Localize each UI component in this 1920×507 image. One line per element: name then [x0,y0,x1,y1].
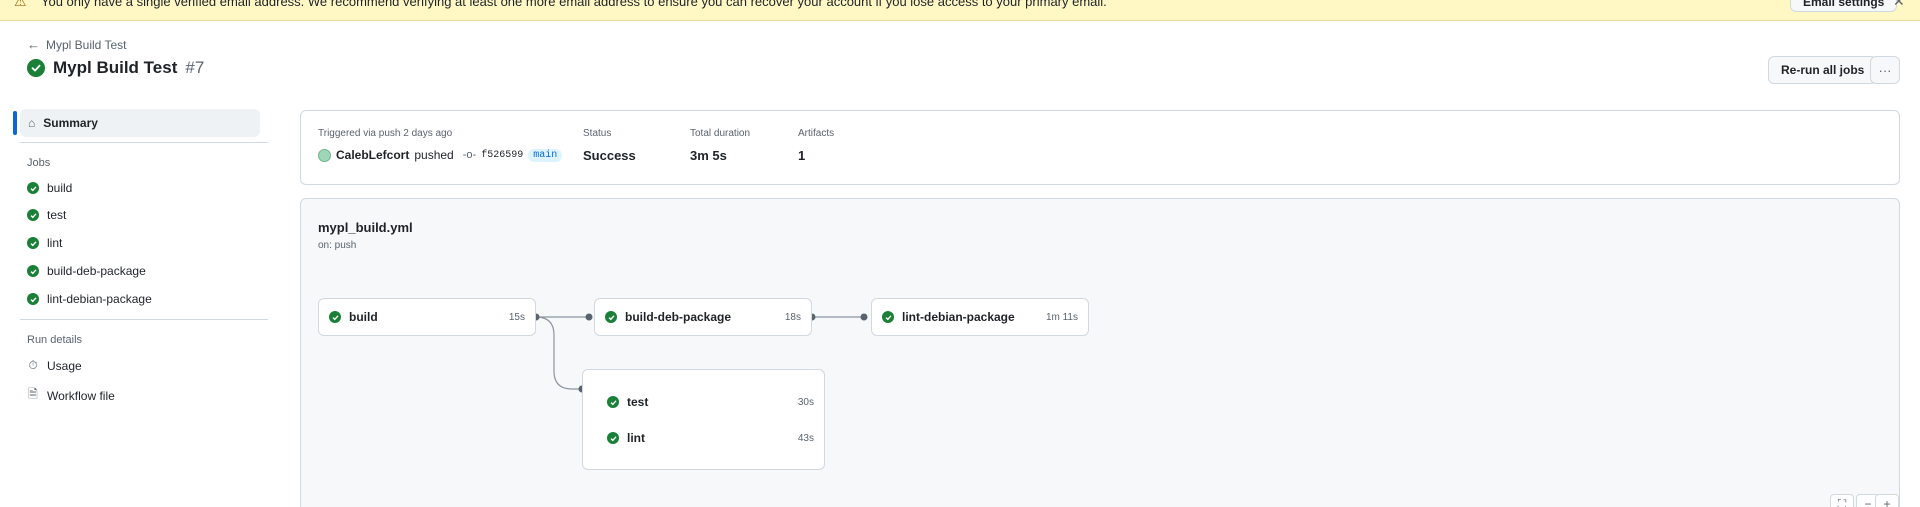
run-summary-card: Triggered via push 2 days ago CalebLefco… [300,110,1900,185]
close-icon[interactable]: ✕ [1893,0,1905,10]
trigger-label: Triggered via push 2 days ago [318,128,453,139]
banner-text: You only have a single verified email ad… [41,0,1107,9]
workflow-trigger: on: push [318,240,357,251]
run-number: #7 [185,58,205,77]
workflow-file-name: mypl_build.yml [318,220,413,235]
sidebar-item-label: Summary [43,116,98,130]
action-text: pushed [414,148,454,162]
success-check-icon [607,396,619,408]
fullscreen-button[interactable]: ⛶ [1830,494,1854,507]
artifacts-label: Artifacts [798,128,835,139]
job-node-test[interactable]: test 30s [593,390,814,414]
duration-value: 3m 5s [690,148,727,163]
success-check-icon [882,311,894,323]
email-warning-banner: ⚠ You only have a single verified email … [0,0,1920,21]
sidebar-item-label: lint-debian-package [47,292,152,306]
sidebar-job-lint[interactable]: lint [27,236,62,250]
more-options-button[interactable]: ··· [1870,56,1900,84]
sidebar-item-label: Usage [47,358,82,373]
alert-icon: ⚠ [14,0,27,9]
success-check-icon [329,311,341,323]
sidebar-item-label: lint [47,236,63,250]
workflow-graph-card: mypl_build.yml on: push build 15s build-… [300,198,1900,507]
arrow-left-icon: ← [27,37,40,52]
zoom-in-button[interactable]: + [1875,494,1899,507]
job-duration: 18s [784,311,801,323]
jobs-heading: Jobs [27,157,51,169]
job-duration: 43s [797,432,814,444]
sidebar-item-label: build [47,181,73,195]
job-node-build[interactable]: build 15s [318,298,536,336]
sidebar-item-label: Workflow file [47,388,115,403]
commit-icon: -o- [462,149,477,161]
back-link-label: Mypl Build Test [46,37,127,52]
sidebar-item-label: build-deb-package [47,264,146,278]
artifacts-value[interactable]: 1 [798,148,805,163]
workflow-title: Mypl Build Test [53,58,178,77]
success-check-icon [27,293,39,305]
rerun-all-jobs-button[interactable]: Re-run all jobs [1768,56,1878,84]
success-check-icon [27,59,45,77]
commit-sha-link[interactable]: f526599 [481,150,523,161]
email-settings-button[interactable]: Email settings [1790,0,1898,12]
duration-label: Total duration [690,128,751,139]
success-check-icon [27,182,39,194]
run-details-heading: Run details [27,334,83,346]
sidebar-item-label: test [47,208,67,222]
status-value: Success [583,148,636,163]
job-name: build-deb-package [625,310,732,324]
home-icon: ⌂ [28,116,36,130]
sidebar-item-usage[interactable]: ⏱ Usage [27,358,82,373]
sidebar-job-lint-debian-package[interactable]: lint-debian-package [27,292,152,306]
sidebar-item-summary[interactable]: ⌂ Summary [20,109,260,137]
job-name: test [627,395,649,409]
sidebar-job-build[interactable]: build [27,181,72,195]
sidebar-job-build-deb-package[interactable]: build-deb-package [27,264,146,278]
job-name: build [349,310,378,324]
sidebar-item-workflow-file[interactable]: 🗎 Workflow file [27,385,115,406]
branch-badge[interactable]: main [528,148,563,162]
job-name: lint-debian-package [902,310,1015,324]
job-group-test-lint: test 30s lint 43s [582,369,825,470]
stopwatch-icon: ⏱ [28,358,38,372]
job-duration: 15s [508,311,525,323]
job-connectors [532,313,868,393]
back-link[interactable]: ← Mypl Build Test [27,37,126,52]
success-check-icon [605,311,617,323]
job-name: lint [627,431,645,445]
success-check-icon [27,265,39,277]
sidebar-divider [20,319,268,320]
trigger-details: CalebLefcort pushed -o- f526599 main [318,148,563,162]
job-duration: 30s [797,396,814,408]
job-node-lint-debian-package[interactable]: lint-debian-package 1m 11s [871,298,1089,336]
job-node-build-deb-package[interactable]: build-deb-package 18s [594,298,812,336]
status-label: Status [583,128,612,139]
job-node-lint[interactable]: lint 43s [593,426,814,450]
sidebar-job-test[interactable]: test [27,208,66,222]
active-marker [13,111,17,135]
success-check-icon [27,237,39,249]
page-title: Mypl Build Test #7 [27,58,204,78]
file-icon: 🗎 [28,387,38,401]
sidebar-divider [20,142,268,143]
actor-link[interactable]: CalebLefcort [336,148,409,162]
success-check-icon [607,432,619,444]
success-check-icon [27,209,39,221]
avatar[interactable] [318,148,331,162]
job-duration: 1m 11s [1045,311,1078,323]
